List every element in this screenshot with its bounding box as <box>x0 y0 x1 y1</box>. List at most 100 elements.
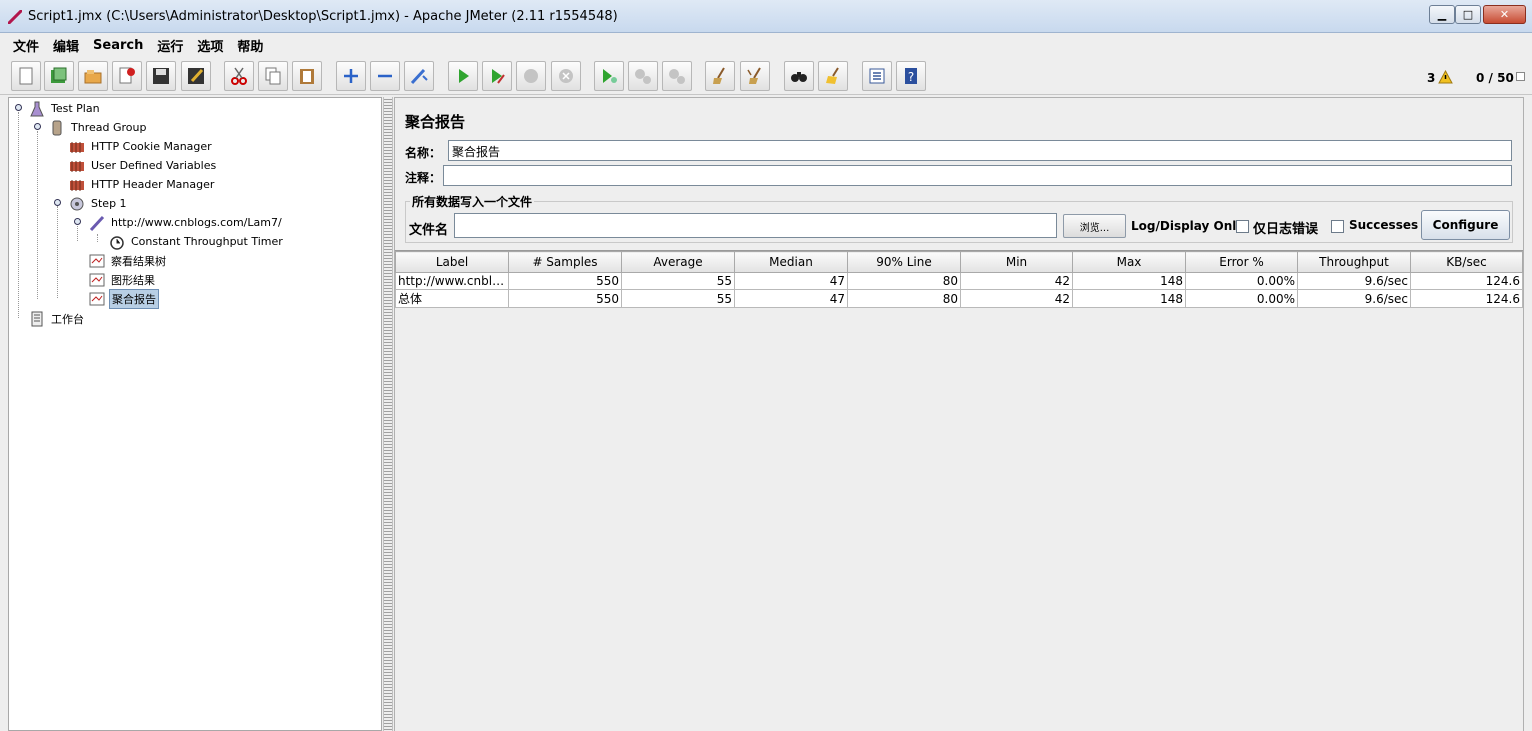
maximize-icon: □ <box>1462 8 1474 21</box>
search-button[interactable] <box>784 61 814 91</box>
close-file-button[interactable] <box>112 61 142 91</box>
menu-help[interactable]: 帮助 <box>230 36 270 55</box>
save-as-button[interactable] <box>181 61 211 91</box>
tree-node-http-header-manager[interactable]: HTTP Header Manager <box>69 176 216 193</box>
templates-button[interactable] <box>44 61 74 91</box>
menu-bar: 文件 编辑 Search 运行 选项 帮助 <box>0 33 1532 57</box>
tree-node-aggregate-report[interactable]: 聚合报告 <box>89 288 159 309</box>
tree-node-test-plan[interactable]: Test Plan <box>29 100 102 117</box>
tree-connector <box>77 226 78 241</box>
stop-button[interactable] <box>516 61 546 91</box>
tree-node-graph-results[interactable]: 图形结果 <box>89 271 157 288</box>
comment-field[interactable] <box>443 165 1512 186</box>
warning-icon[interactable] <box>1438 70 1453 84</box>
column-header-median[interactable]: Median <box>734 251 848 273</box>
menu-options[interactable]: 选项 <box>190 36 230 55</box>
tree-node-user-defined-variables[interactable]: User Defined Variables <box>69 157 218 174</box>
function-helper-button[interactable] <box>862 61 892 91</box>
toolbar: ? 3 0 / 50 <box>0 57 1532 95</box>
tree-expand-handle[interactable] <box>15 104 22 111</box>
maximize-button[interactable]: □ <box>1455 5 1481 24</box>
close-file-icon <box>119 67 135 84</box>
tree-connector <box>18 112 19 318</box>
successes-checkbox[interactable] <box>1331 220 1344 233</box>
configure-button[interactable]: Configure <box>1421 210 1510 240</box>
tree-node-step-1[interactable]: Step 1 <box>69 195 129 212</box>
remote-start-all-button[interactable] <box>594 61 624 91</box>
column-header-max[interactable]: Max <box>1072 251 1186 273</box>
cut-button[interactable] <box>224 61 254 91</box>
table-row[interactable]: http://www.cnblog... 550 55 47 80 42 148… <box>395 272 1523 290</box>
collapse-all-button[interactable] <box>370 61 400 91</box>
help-button[interactable]: ? <box>896 61 926 91</box>
tree-expand-handle[interactable] <box>54 199 61 206</box>
column-header-min[interactable]: Min <box>960 251 1073 273</box>
browse-button[interactable]: 浏览... <box>1063 214 1126 238</box>
column-header-error[interactable]: Error % <box>1185 251 1298 273</box>
clear-all-button[interactable] <box>740 61 770 91</box>
filename-input[interactable] <box>454 213 1057 238</box>
table-row[interactable]: 总体 550 55 47 80 42 148 0.00% 9.6/sec 124… <box>395 289 1523 308</box>
remote-shutdown-all-button[interactable] <box>662 61 692 91</box>
menu-search[interactable]: Search <box>86 38 150 53</box>
tree-node-label: HTTP Cookie Manager <box>91 140 212 153</box>
column-header-90-line[interactable]: 90% Line <box>847 251 961 273</box>
tree-connector <box>57 206 58 298</box>
new-button[interactable] <box>11 61 41 91</box>
column-header-label[interactable]: Label <box>395 251 509 273</box>
column-header-throughput[interactable]: Throughput <box>1297 251 1411 273</box>
start-button[interactable] <box>448 61 478 91</box>
paste-icon <box>300 69 314 84</box>
test-plan-tree: Test Plan Thread Group HTTP Cookie Manag… <box>8 97 382 731</box>
save-button[interactable] <box>146 61 176 91</box>
tree-node-thread-group[interactable]: Thread Group <box>49 119 148 136</box>
tree-node-workbench[interactable]: 工作台 <box>29 310 86 327</box>
tree-node-http-sampler[interactable]: http://www.cnblogs.com/Lam7/ <box>89 214 284 231</box>
shutdown-button[interactable] <box>551 61 581 91</box>
name-field[interactable]: 聚合报告 <box>448 140 1512 161</box>
pane-splitter[interactable] <box>383 97 393 731</box>
copy-button[interactable] <box>258 61 288 91</box>
play-icon <box>459 69 469 83</box>
tree-expand-handle[interactable] <box>74 218 81 225</box>
tree-node-label: Test Plan <box>51 102 100 115</box>
successes-label: Successes <box>1349 218 1419 232</box>
menu-file[interactable]: 文件 <box>6 36 46 55</box>
tree-node-label: 图形结果 <box>111 273 155 287</box>
toggle-button[interactable] <box>404 61 434 91</box>
cell-samples: 550 <box>508 272 622 290</box>
remote-stop-all-button[interactable] <box>628 61 658 91</box>
paste-button[interactable] <box>292 61 322 91</box>
tree-node-label: Thread Group <box>71 121 147 134</box>
menu-edit[interactable]: 编辑 <box>46 36 86 55</box>
toggle-wand-icon <box>410 68 428 85</box>
cell-min: 42 <box>960 272 1073 290</box>
cell-throughput: 9.6/sec <box>1297 289 1411 308</box>
column-header-kb-sec[interactable]: KB/sec <box>1410 251 1523 273</box>
minimize-button[interactable]: ▁ <box>1429 5 1455 24</box>
tree-node-label: Step 1 <box>91 197 127 210</box>
reset-search-button[interactable] <box>818 61 848 91</box>
menu-run[interactable]: 运行 <box>150 36 190 55</box>
help-book-icon: ? <box>905 68 917 84</box>
comment-label: 注释： <box>405 171 442 185</box>
cell-median: 47 <box>734 272 848 290</box>
tree-expand-handle[interactable] <box>34 123 41 130</box>
tree-node-http-cookie-manager[interactable]: HTTP Cookie Manager <box>69 138 214 155</box>
column-header-samples[interactable]: # Samples <box>508 251 622 273</box>
tree-node-view-results-tree[interactable]: 察看结果树 <box>89 252 168 269</box>
tree-node-constant-throughput-timer[interactable]: Constant Throughput Timer <box>109 233 285 250</box>
start-no-pauses-button[interactable] <box>482 61 512 91</box>
close-window-button[interactable]: ✕ <box>1483 5 1526 24</box>
tree-node-label: HTTP Header Manager <box>91 178 215 191</box>
listener-icon <box>89 272 105 288</box>
copy-icon <box>265 67 281 85</box>
clear-button[interactable] <box>705 61 735 91</box>
tree-node-label: Constant Throughput Timer <box>131 235 283 248</box>
cell-samples: 550 <box>508 289 622 308</box>
column-header-average[interactable]: Average <box>621 251 735 273</box>
errors-only-checkbox[interactable] <box>1236 220 1249 233</box>
open-button[interactable] <box>78 61 108 91</box>
minus-icon <box>378 74 392 78</box>
expand-all-button[interactable] <box>336 61 366 91</box>
